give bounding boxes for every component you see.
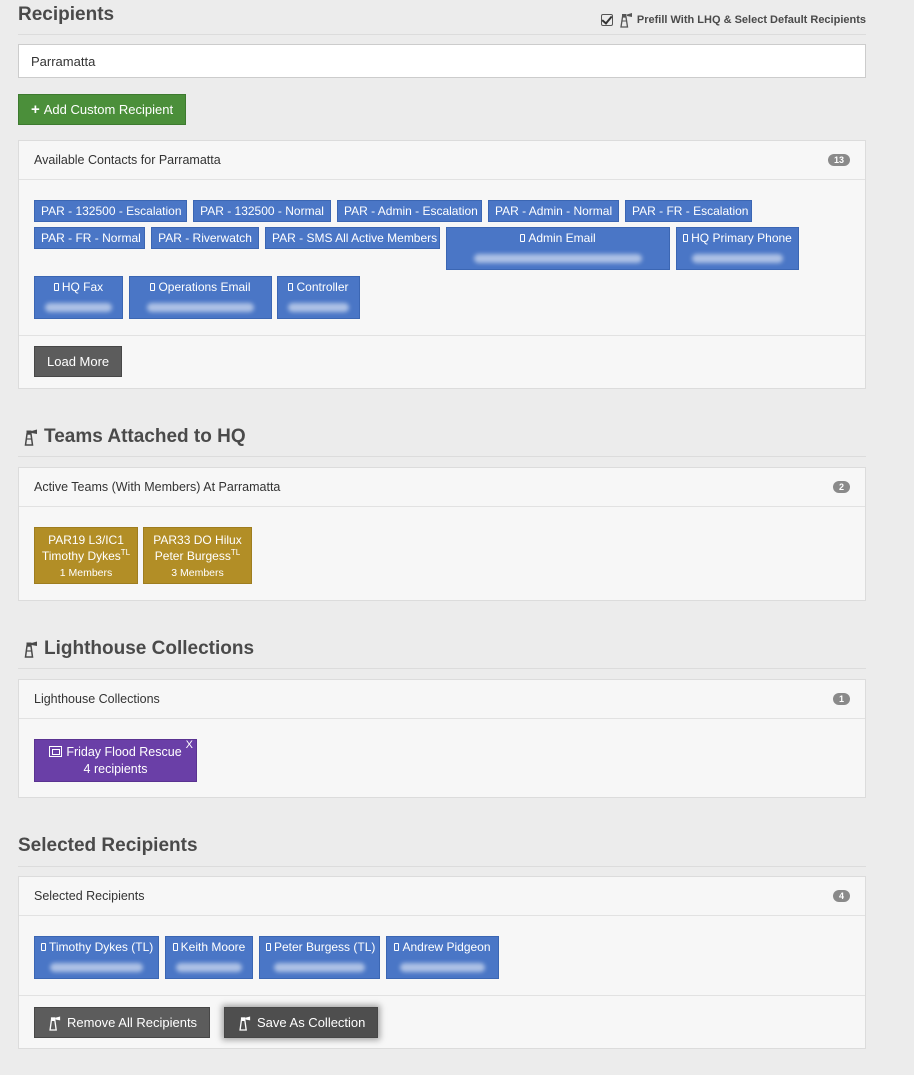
load-more-label: Load More xyxy=(47,354,110,369)
team-members: 1 Members xyxy=(59,567,113,579)
prefill-toggle[interactable]: Prefill With LHQ & Select Default Recipi… xyxy=(600,12,866,28)
teams-title-text: Teams Attached to HQ xyxy=(44,426,246,447)
contact-tag[interactable]: PAR - Admin - Normal xyxy=(488,200,619,222)
divider xyxy=(18,34,866,35)
contact-tag[interactable]: HQ Primary Phone xyxy=(676,227,799,270)
phone-icon xyxy=(41,943,46,951)
selected-recipient-tag[interactable]: Peter Burgess (TL) xyxy=(259,936,380,979)
checkbox-checked-icon[interactable] xyxy=(600,14,613,26)
collections-panel-title: Lighthouse Collections xyxy=(34,692,160,706)
phone-icon xyxy=(172,943,178,951)
selected-panel: Selected Recipients 4 Timothy Dykes (TL)… xyxy=(18,876,866,1049)
contact-tag[interactable]: PAR - SMS All Active Members xyxy=(265,227,440,249)
redacted-detail xyxy=(473,254,643,263)
team-leader-sup: TL xyxy=(230,548,241,557)
team-card[interactable]: PAR19 L3/IC1 Timothy DykesTL 1 Members xyxy=(34,527,138,584)
contact-tag[interactable]: PAR - 132500 - Escalation xyxy=(34,200,187,222)
location-search-input[interactable] xyxy=(18,44,866,78)
lighthouse-icon xyxy=(49,1015,61,1031)
selected-title: Selected Recipients xyxy=(18,835,198,856)
remove-all-recipients-button[interactable]: Remove All Recipients xyxy=(34,1007,211,1038)
selected-count-badge: 4 xyxy=(832,890,850,902)
phone-icon xyxy=(394,943,400,951)
team-leader: Timothy Dykes xyxy=(41,549,121,563)
contact-tag[interactable]: Admin Email xyxy=(446,227,670,270)
contacts-panel-title: Available Contacts for Parramatta xyxy=(34,153,221,167)
redacted-detail xyxy=(49,963,144,972)
plus-icon: + xyxy=(31,101,40,118)
redacted-detail xyxy=(691,254,784,263)
contact-tag[interactable]: PAR - FR - Escalation xyxy=(625,200,752,222)
phone-icon xyxy=(520,234,526,242)
recipients-title: Recipients xyxy=(18,4,115,25)
contact-tag[interactable]: Controller xyxy=(277,276,360,319)
collection-name: Friday Flood Rescue xyxy=(66,745,182,759)
collections-title: Lighthouse Collections xyxy=(22,638,254,660)
collection-recipients: 4 recipients xyxy=(83,762,148,776)
contact-tag[interactable]: PAR - FR - Normal xyxy=(34,227,145,249)
redacted-detail xyxy=(287,303,350,312)
contact-tag[interactable]: PAR - Riverwatch xyxy=(151,227,259,249)
contacts-panel: Available Contacts for Parramatta 13 PAR… xyxy=(18,140,866,389)
add-custom-recipient-button[interactable]: + Add Custom Recipient xyxy=(18,94,187,125)
add-custom-recipient-label: Add Custom Recipient xyxy=(43,102,174,117)
contact-tag[interactable]: HQ Fax xyxy=(34,276,123,319)
redacted-detail xyxy=(400,963,485,972)
contacts-count-badge: 13 xyxy=(827,154,850,166)
load-more-button[interactable]: Load More xyxy=(34,346,123,377)
team-members: 3 Members xyxy=(171,567,224,579)
divider xyxy=(18,668,866,669)
contact-tag[interactable]: PAR - 132500 - Normal xyxy=(193,200,331,222)
contact-tag[interactable]: Operations Email xyxy=(129,276,272,319)
collection-icon xyxy=(49,746,63,757)
redacted-detail xyxy=(146,303,255,312)
redacted-detail xyxy=(274,963,365,972)
team-name: PAR19 L3/IC1 xyxy=(48,533,124,547)
team-leader: Peter Burgess xyxy=(154,549,231,563)
teams-count-badge: 2 xyxy=(832,481,850,493)
collections-count-badge: 1 xyxy=(832,693,850,705)
phone-icon xyxy=(288,283,294,291)
lighthouse-icon xyxy=(24,429,37,446)
collections-title-text: Lighthouse Collections xyxy=(44,638,255,659)
save-collection-label: Save As Collection xyxy=(257,1015,366,1030)
divider xyxy=(18,456,866,457)
remove-collection-icon[interactable]: X xyxy=(186,739,193,751)
divider xyxy=(18,866,866,867)
lighthouse-icon xyxy=(620,13,632,28)
save-as-collection-button[interactable]: Save As Collection xyxy=(224,1007,379,1038)
selected-recipient-tag[interactable]: Timothy Dykes (TL) xyxy=(34,936,159,979)
remove-all-label: Remove All Recipients xyxy=(67,1015,198,1030)
contact-tag[interactable]: PAR - Admin - Escalation xyxy=(337,200,482,222)
phone-icon xyxy=(266,943,271,951)
teams-panel: Active Teams (With Members) At Parramatt… xyxy=(18,467,866,601)
collection-card[interactable]: Friday Flood Rescue 4 recipients X xyxy=(34,739,197,782)
selected-recipient-tag[interactable]: Keith Moore xyxy=(165,936,253,979)
team-leader-sup: TL xyxy=(120,548,131,557)
prefill-label: Prefill With LHQ & Select Default Recipi… xyxy=(636,14,866,26)
selected-recipient-tag[interactable]: Andrew Pidgeon xyxy=(386,936,499,979)
team-name: PAR33 DO Hilux xyxy=(153,533,242,547)
contacts-list: PAR - 132500 - Escalation PAR - 132500 -… xyxy=(19,180,865,335)
phone-icon xyxy=(683,234,689,242)
selected-panel-title: Selected Recipients xyxy=(34,889,145,903)
redacted-detail xyxy=(45,303,112,312)
phone-icon xyxy=(53,283,59,291)
redacted-detail xyxy=(176,963,242,972)
phone-icon xyxy=(150,283,156,291)
team-card[interactable]: PAR33 DO Hilux Peter BurgessTL 3 Members xyxy=(143,527,252,584)
lighthouse-icon xyxy=(24,641,37,658)
teams-title: Teams Attached to HQ xyxy=(22,426,246,448)
teams-panel-title: Active Teams (With Members) At Parramatt… xyxy=(34,480,281,494)
lighthouse-icon xyxy=(239,1015,251,1031)
collections-panel: Lighthouse Collections 1 Friday Flood Re… xyxy=(18,679,866,798)
